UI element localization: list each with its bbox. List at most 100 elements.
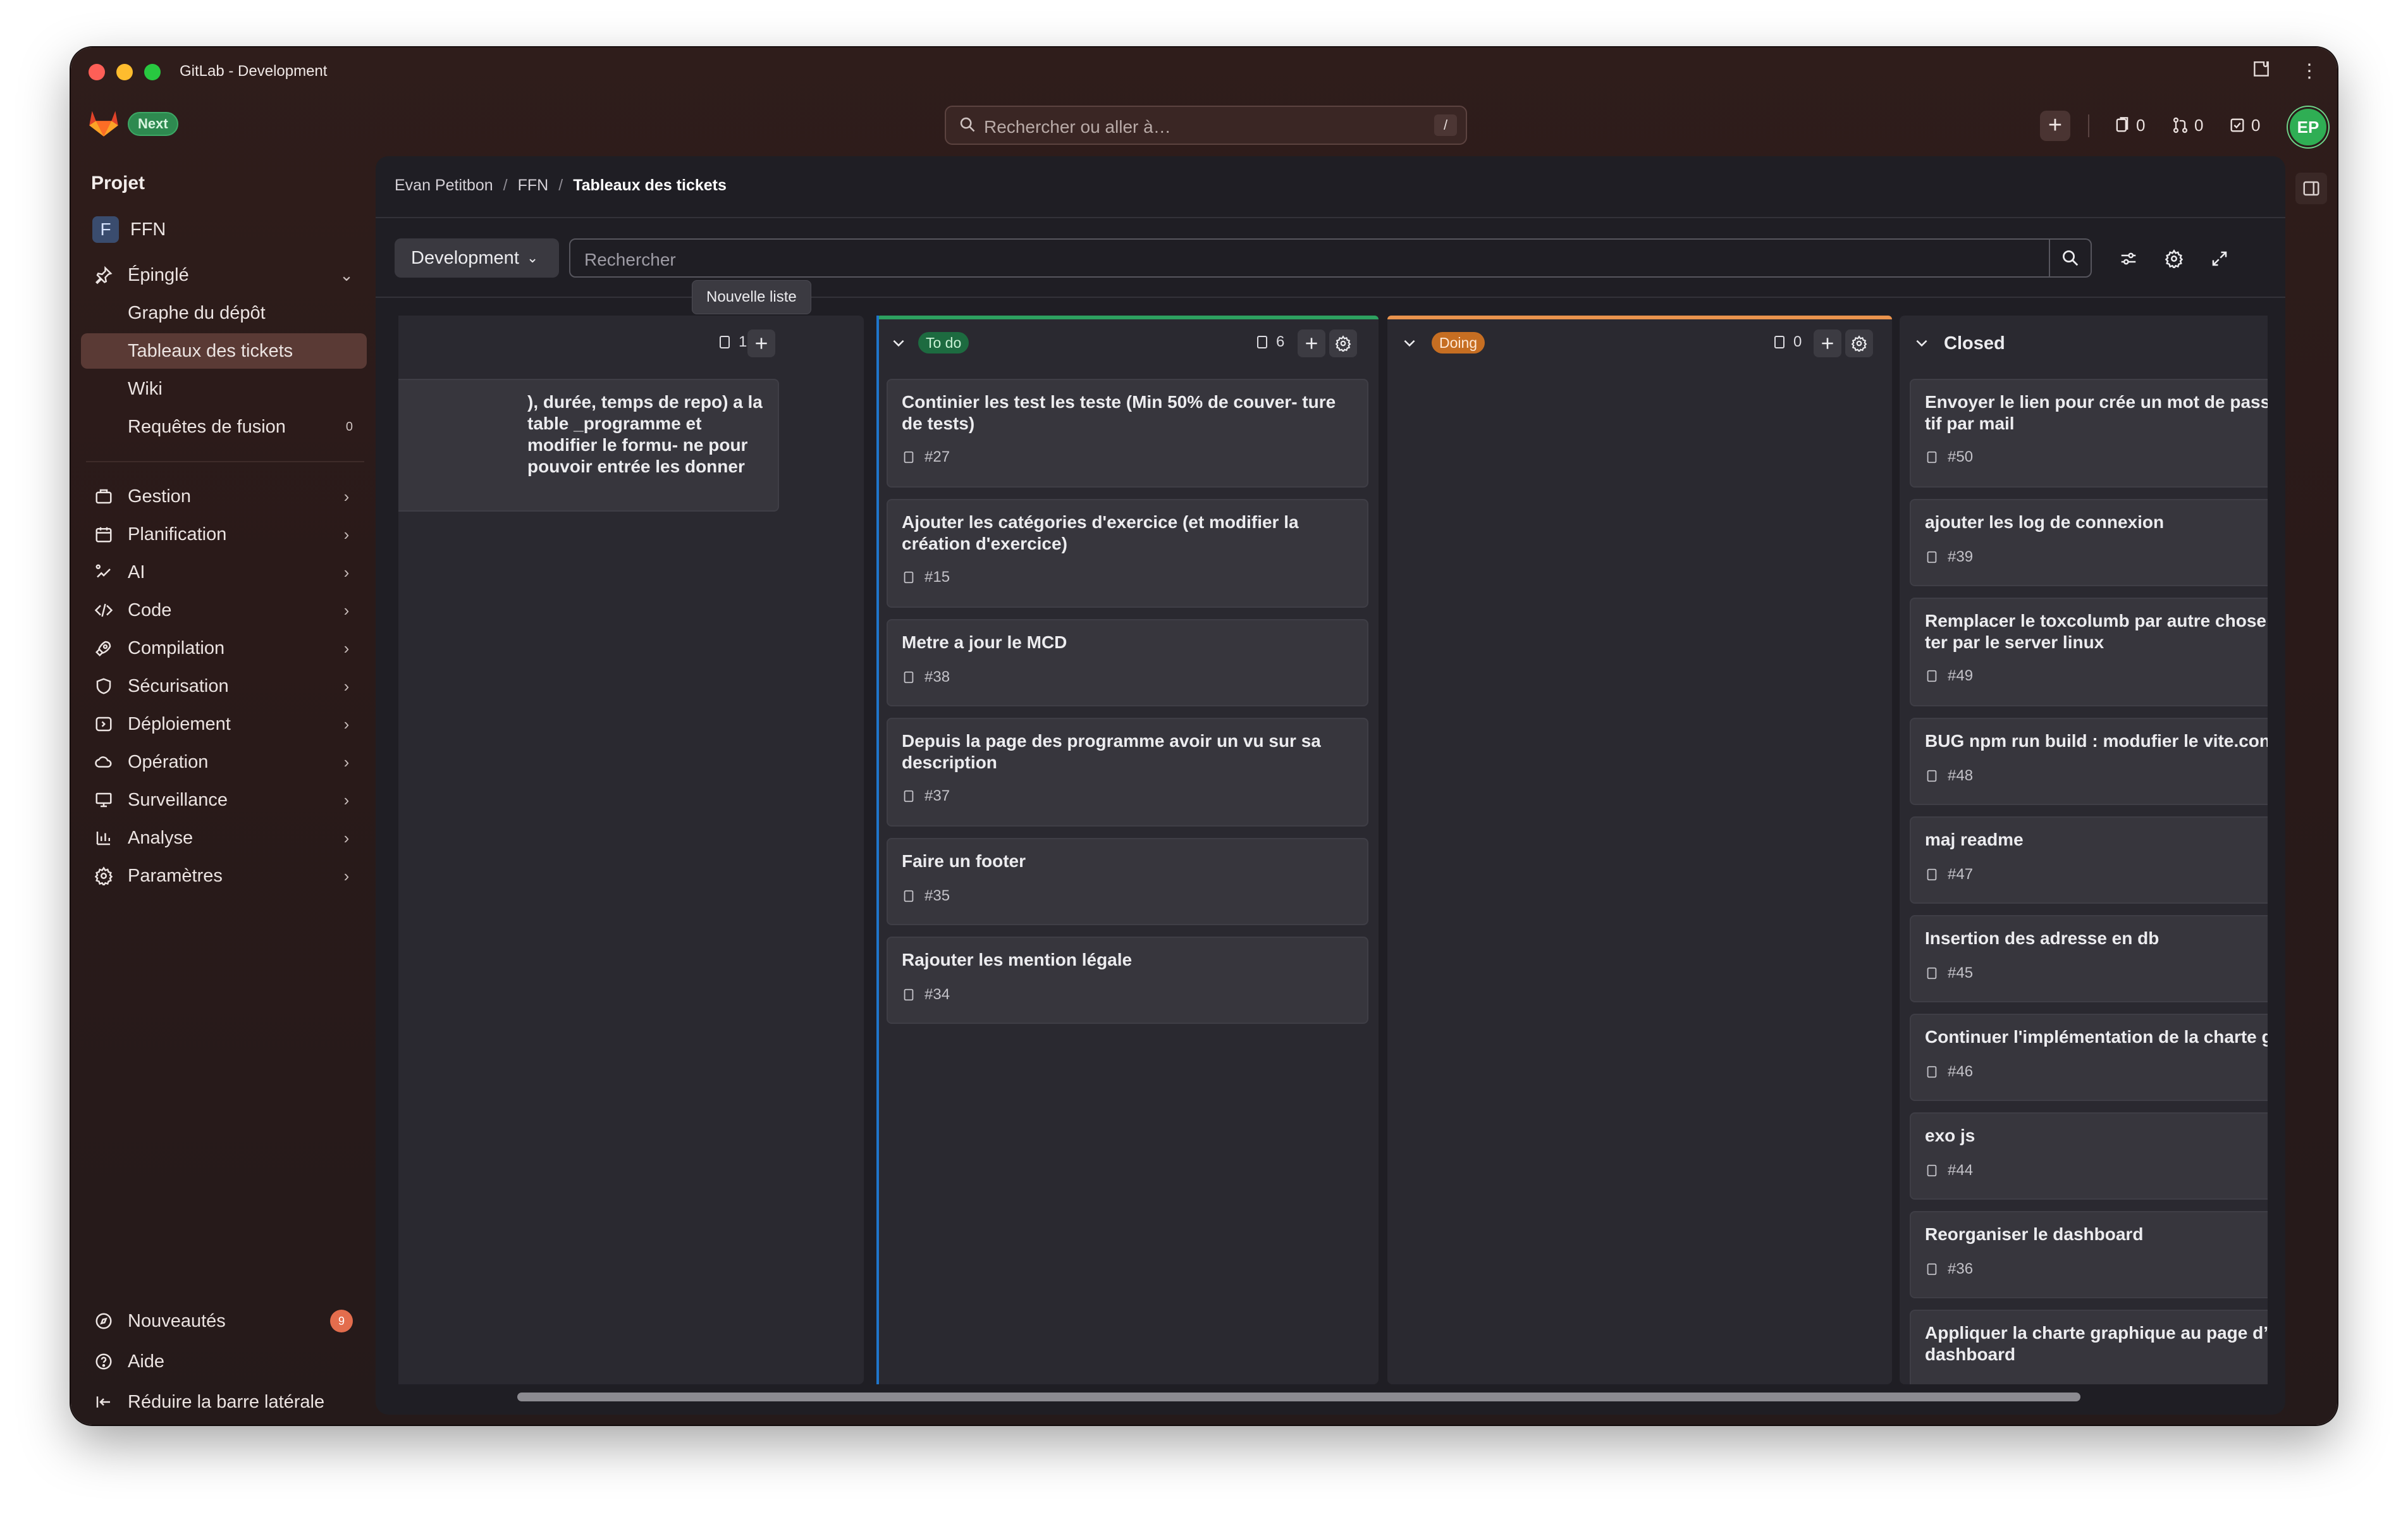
- shield-icon: [92, 675, 115, 698]
- next-badge[interactable]: Next: [128, 112, 178, 136]
- issue-card[interactable]: Faire un footer #35: [887, 838, 1368, 925]
- issue-card[interactable]: maj readme #47: [1910, 816, 2268, 904]
- todos-button[interactable]: 0: [2228, 111, 2260, 140]
- board-list-previous: 1 ), durée, temps de repo) a la table _p…: [387, 316, 864, 1384]
- zoom-window-button[interactable]: [144, 64, 161, 80]
- extensions-icon[interactable]: [2249, 59, 2274, 84]
- sidebar-item-repository-graph[interactable]: Graphe du dépôt: [81, 295, 367, 331]
- sidebar-pinned-toggle[interactable]: Épinglé ⌄: [81, 257, 367, 293]
- board-horizontal-scrollbar[interactable]: [517, 1393, 2080, 1401]
- create-new-button[interactable]: +: [2040, 111, 2070, 141]
- board-list-doing: Doing 0: [1387, 316, 1892, 1384]
- view-options-icon[interactable]: [2116, 246, 2141, 271]
- sidebar-item-analyse[interactable]: Analyse ›: [81, 820, 367, 856]
- sidebar-item-planification[interactable]: Planification ›: [81, 517, 367, 552]
- issue-card[interactable]: Rajouter les mention légale #34: [887, 937, 1368, 1024]
- issue-number: #44: [1948, 1162, 1974, 1179]
- sidebar-item-merge-requests[interactable]: Requêtes de fusion 0: [81, 409, 367, 445]
- cloud-icon: [92, 751, 115, 773]
- user-avatar[interactable]: EP: [2288, 107, 2328, 147]
- pinned-label: Épinglé: [128, 264, 189, 285]
- briefcase-icon: [92, 485, 115, 508]
- fullscreen-expand-icon[interactable]: [2207, 246, 2232, 271]
- list-add-issue-button[interactable]: [1298, 329, 1325, 357]
- issue-card-title: BUG npm run build : modufier le vite.con…: [1925, 731, 2268, 751]
- chevron-right-icon: ›: [343, 524, 350, 544]
- sidebar-item-operation[interactable]: Opération ›: [81, 744, 367, 780]
- list-add-issue-button[interactable]: [1814, 329, 1841, 357]
- global-search-input[interactable]: Rechercher ou aller à… /: [945, 106, 1467, 145]
- sidebar-item-parametres[interactable]: Paramètres ›: [81, 858, 367, 894]
- issue-card[interactable]: Appliquer la charte graphique au page d’…: [1910, 1310, 2268, 1384]
- close-window-button[interactable]: [89, 64, 105, 80]
- issue-card[interactable]: Reorganiser le dashboard #36: [1910, 1211, 2268, 1298]
- header-divider: [2088, 114, 2089, 137]
- list-header: Closed 39: [1900, 316, 2268, 364]
- sidebar-help[interactable]: Aide: [81, 1344, 367, 1379]
- breadcrumb-item-user[interactable]: Evan Petitbon: [395, 176, 493, 195]
- issue-card[interactable]: Continier les test les teste (Min 50% de…: [887, 379, 1368, 488]
- issue-card-title: Continier les test les teste (Min 50% de…: [902, 392, 1336, 433]
- sidebar-item-surveillance[interactable]: Surveillance ›: [81, 782, 367, 818]
- issue-card[interactable]: Envoyer le lien pour crée un mot de pass…: [1910, 379, 2268, 488]
- issue-card[interactable]: BUG npm run build : modufier le vite.con…: [1910, 718, 2268, 805]
- sidebar-item-issue-boards[interactable]: Tableaux des tickets: [81, 333, 367, 369]
- sidebar-item-label: Wiki: [128, 378, 163, 399]
- issue-number: #48: [1948, 767, 1974, 784]
- issue-card[interactable]: Insertion des adresse en db #45: [1910, 915, 2268, 1002]
- issues-button[interactable]: 0: [2113, 111, 2145, 140]
- issue-card-meta: #47: [1925, 866, 1973, 883]
- sidebar-item-deploiement[interactable]: Déploiement ›: [81, 706, 367, 742]
- list-settings-button[interactable]: [1845, 329, 1873, 357]
- project-avatar: F: [92, 216, 119, 243]
- issue-card[interactable]: Remplacer le toxcolumb par autre chose d…: [1910, 598, 2268, 706]
- issue-card[interactable]: Metre a jour le MCD #38: [887, 619, 1368, 706]
- issue-card[interactable]: ajouter les log de connexion #39: [1910, 499, 2268, 586]
- chevron-down-icon[interactable]: [1914, 335, 1930, 351]
- breadcrumb-item-current[interactable]: Tableaux des tickets: [573, 176, 727, 195]
- sidebar-item-compilation[interactable]: Compilation ›: [81, 630, 367, 666]
- sidebar-item-ai[interactable]: AI ›: [81, 555, 367, 590]
- panel-toggle-icon[interactable]: [2295, 173, 2327, 204]
- breadcrumb-item-project[interactable]: FFN: [518, 176, 549, 195]
- issue-number: #35: [924, 887, 950, 904]
- chevron-down-icon[interactable]: [1401, 335, 1418, 351]
- gitlab-logo-icon[interactable]: [86, 104, 121, 140]
- issue-card[interactable]: Ajouter les catégories d'exercice (et mo…: [887, 499, 1368, 608]
- collapse-left-icon: [92, 1391, 115, 1413]
- board-selector-label: Development: [411, 247, 519, 268]
- minimize-window-button[interactable]: [116, 64, 133, 80]
- issue-card[interactable]: ), durée, temps de repo) a la table _pro…: [387, 379, 779, 512]
- sidebar-collapse-button[interactable]: Réduire la barre latérale: [81, 1384, 367, 1420]
- sidebar-whats-new[interactable]: Nouveautés 9: [81, 1303, 367, 1339]
- list-settings-button[interactable]: [1329, 329, 1357, 357]
- sidebar-item-gestion[interactable]: Gestion ›: [81, 479, 367, 514]
- sidebar-item-securisation[interactable]: Sécurisation ›: [81, 668, 367, 704]
- sidebar-item-code[interactable]: Code ›: [81, 593, 367, 628]
- filter-search-button[interactable]: [2049, 240, 2091, 276]
- chevron-down-icon[interactable]: [890, 335, 907, 351]
- breadcrumb-separator: /: [503, 176, 508, 194]
- issue-card[interactable]: Depuis la page des programme avoir un vu…: [887, 718, 1368, 827]
- sidebar-heading: Projet: [91, 173, 145, 194]
- merge-requests-button[interactable]: 0: [2172, 111, 2203, 140]
- list-count-value: 6: [1276, 333, 1285, 350]
- sidebar-item-wiki[interactable]: Wiki: [81, 371, 367, 407]
- issue-card-meta: #37: [902, 787, 950, 805]
- board-selector-dropdown[interactable]: Development ⌄: [395, 238, 559, 278]
- issue-card[interactable]: Continuer l'implémentation de la charte …: [1910, 1014, 2268, 1101]
- search-shortcut-key: /: [1434, 114, 1457, 136]
- board-settings-gear-icon[interactable]: [2161, 246, 2187, 271]
- board-filter-input[interactable]: Rechercher: [569, 238, 2092, 278]
- list-header: To do 6: [876, 316, 1379, 364]
- more-options-icon[interactable]: ⋮: [2297, 59, 2322, 84]
- sidebar-item-label: Graphe du dépôt: [128, 302, 266, 323]
- sidebar-project-link[interactable]: F FFN: [81, 212, 367, 247]
- list-add-issue-button[interactable]: [747, 329, 775, 357]
- issue-card[interactable]: exo js #44: [1910, 1112, 2268, 1200]
- issue-card-meta: #49: [1925, 667, 1973, 685]
- chevron-right-icon: ›: [343, 790, 350, 809]
- chevron-right-icon: ›: [343, 676, 350, 696]
- issue-card-title: exo js: [1925, 1126, 1975, 1145]
- collapse-label: Réduire la barre latérale: [128, 1391, 325, 1412]
